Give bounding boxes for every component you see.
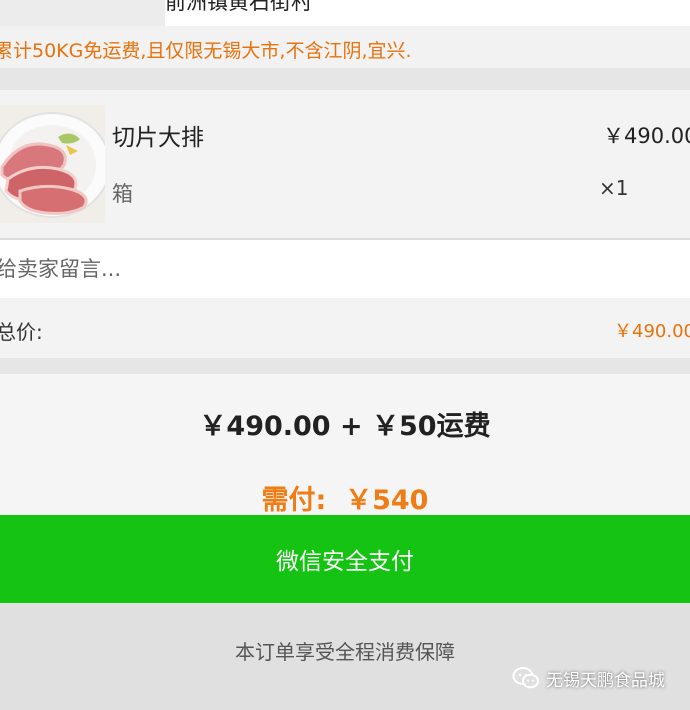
total-value: ￥490.00 [614, 321, 690, 342]
price-formula: ￥490.00 + ￥50运费 [199, 411, 491, 442]
address-text: 前洲镇黄石街村 [165, 0, 312, 14]
section-gap [0, 68, 690, 90]
watermark: 无锡天鹏食品城 [512, 664, 665, 692]
product-name: 切片大排 [112, 125, 204, 151]
watermark-text: 无锡天鹏食品城 [546, 670, 665, 691]
product-image [0, 105, 105, 223]
product-price: ￥490.00 [603, 124, 690, 148]
sliced-pork-chop-image [0, 105, 105, 223]
amount-due: 需付: ￥540 [261, 485, 429, 516]
total-row [0, 298, 690, 358]
seller-message-input[interactable] [0, 240, 686, 298]
wechat-icon [512, 667, 539, 689]
total-label: 总价: [0, 320, 43, 344]
guarantee-text: 本订单享受全程消费保障 [235, 640, 455, 664]
product-quantity: ×1 [599, 176, 629, 200]
section-gap [0, 358, 690, 374]
product-unit: 箱 [112, 182, 133, 206]
wechat-pay-button[interactable]: 微信安全支付 [0, 515, 690, 603]
shipping-notice-text: 累计50KG免运费,且仅限无锡大市,不含江阴,宜兴. [0, 40, 412, 62]
